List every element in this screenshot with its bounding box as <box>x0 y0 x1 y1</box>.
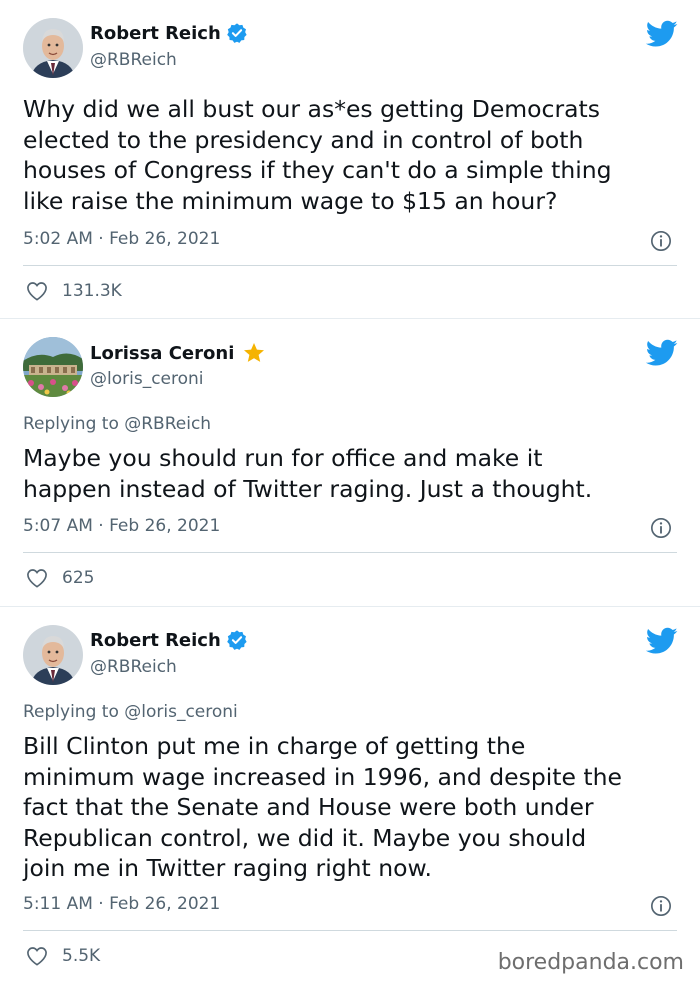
divider <box>23 265 677 266</box>
info-icon[interactable] <box>650 895 672 917</box>
verified-icon <box>226 629 248 651</box>
like-count: 625 <box>62 568 95 588</box>
tweet-text-line: Maybe you should run for office and make… <box>23 444 543 472</box>
tweet-text-line: houses of Congress if they can't do a si… <box>23 156 612 184</box>
replying-to[interactable]: Replying to @RBReich <box>23 414 211 434</box>
star-icon <box>242 341 266 365</box>
timestamp[interactable]: 5:02 AM · Feb 26, 2021 <box>23 229 220 249</box>
like-count: 5.5K <box>62 946 101 966</box>
timestamp[interactable]: 5:11 AM · Feb 26, 2021 <box>23 894 220 914</box>
tweet-text: Why did we all bust our as*es getting De… <box>23 94 683 216</box>
author-handle[interactable]: @RBReich <box>90 50 177 70</box>
verified-icon <box>226 22 248 44</box>
author-handle[interactable]: @RBReich <box>90 657 177 677</box>
tweet-text-line: happen instead of Twitter raging. Just a… <box>23 474 593 503</box>
avatar[interactable] <box>23 18 83 78</box>
tweet-text-line: Bill Clinton put me in charge of getting… <box>23 732 526 760</box>
tweet-text-line: like raise the minimum wage to $15 an ho… <box>23 186 558 215</box>
like-button[interactable]: 625 <box>26 568 94 588</box>
avatar[interactable] <box>23 337 83 397</box>
twitter-bird-icon <box>646 339 678 366</box>
twitter-bird-icon <box>646 627 678 654</box>
author-row: Robert Reich <box>90 22 248 44</box>
watermark: boredpanda.com <box>497 950 684 975</box>
tweet-text-line: join me in Twitter raging right now. <box>23 854 433 882</box>
avatar[interactable] <box>23 625 83 685</box>
divider <box>23 930 677 931</box>
replying-to[interactable]: Replying to @loris_ceroni <box>23 702 238 722</box>
info-icon[interactable] <box>650 230 672 252</box>
heart-icon <box>27 282 47 301</box>
tweet-3: Robert Reich @RBReich Replying to @loris… <box>0 607 700 985</box>
author-name[interactable]: Robert Reich <box>90 630 221 651</box>
tweet-text-line: minimum wage increased in 1996, and desp… <box>23 762 622 791</box>
divider <box>23 552 677 553</box>
author-name[interactable]: Lorissa Ceroni <box>90 343 234 364</box>
tweet-text-line: Republican control, we did it. Maybe you… <box>23 823 587 852</box>
author-name[interactable]: Robert Reich <box>90 23 221 44</box>
like-count: 131.3K <box>62 281 122 301</box>
heart-icon <box>27 569 47 588</box>
heart-icon <box>27 947 47 966</box>
like-button[interactable]: 5.5K <box>26 946 100 966</box>
twitter-bird-icon <box>646 20 678 47</box>
tweet-2: Lorissa Ceroni @loris_ceroni Replying to… <box>0 319 700 606</box>
author-row: Robert Reich <box>90 629 248 651</box>
info-icon[interactable] <box>650 517 672 539</box>
tweet-text-line: elected to the presidency and in control… <box>23 125 584 154</box>
tweet-text-line: Why did we all bust our as*es getting De… <box>23 95 601 123</box>
author-handle[interactable]: @loris_ceroni <box>90 369 204 389</box>
author-row: Lorissa Ceroni <box>90 341 266 365</box>
like-button[interactable]: 131.3K <box>26 281 122 301</box>
tweet-text: Bill Clinton put me in charge of getting… <box>23 731 683 884</box>
timestamp[interactable]: 5:07 AM · Feb 26, 2021 <box>23 516 220 536</box>
tweet-1: Robert Reich @RBReich Why did we all bus… <box>0 0 700 318</box>
tweet-text: Maybe you should run for office and make… <box>23 443 683 504</box>
tweet-text-line: fact that the Senate and House were both… <box>23 793 594 821</box>
